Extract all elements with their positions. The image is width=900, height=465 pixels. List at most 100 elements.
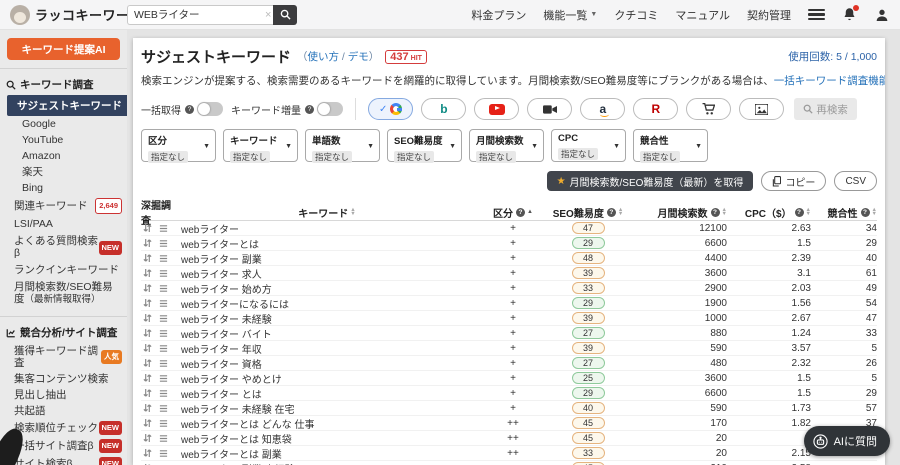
- engine-tab-youtube[interactable]: [474, 98, 520, 120]
- bulk-research-link[interactable]: 一括キーワード調査機能: [774, 75, 885, 87]
- sidebar-engine-item[interactable]: Google: [0, 116, 127, 132]
- keyword-cell[interactable]: webライターとは 知恵袋: [177, 431, 477, 446]
- col-competition[interactable]: 競合性? ▲ ▼: [811, 205, 877, 219]
- bulk-fetch-toggle[interactable]: [197, 102, 223, 116]
- dig-deeper-icon[interactable]: [143, 448, 152, 458]
- dig-deeper-icon[interactable]: [143, 388, 152, 398]
- dig-deeper-icon[interactable]: [143, 268, 152, 278]
- col-difficulty[interactable]: SEO難易度? ▲ ▼: [549, 205, 627, 219]
- sidebar-engine-item[interactable]: YouTube: [0, 132, 127, 148]
- sidebar-engine-item[interactable]: 楽天: [0, 164, 127, 180]
- keyword-cell[interactable]: webライター 副業: [177, 251, 477, 266]
- search-button[interactable]: [273, 4, 298, 25]
- sidebar-item[interactable]: 関連キーワード 2,649: [0, 196, 127, 216]
- row-menu-icon[interactable]: [159, 389, 168, 398]
- row-menu-icon[interactable]: [159, 419, 168, 428]
- keyword-cell[interactable]: webライターとは 副業: [177, 446, 477, 461]
- sidebar-item[interactable]: ランクインキーワード: [0, 262, 127, 279]
- engine-tab-google[interactable]: ✓: [368, 98, 414, 120]
- sidebar-engine-item[interactable]: Amazon: [0, 148, 127, 164]
- engine-tab-google-video[interactable]: [527, 98, 573, 120]
- dig-deeper-icon[interactable]: [143, 403, 152, 413]
- dig-deeper-icon[interactable]: [143, 328, 152, 338]
- row-menu-icon[interactable]: [159, 239, 168, 248]
- sidebar-engine-item[interactable]: Bing: [0, 180, 127, 196]
- row-menu-icon[interactable]: [159, 269, 168, 278]
- keyword-ai-button[interactable]: キーワード提案AI: [7, 38, 120, 60]
- dig-deeper-icon[interactable]: [143, 433, 152, 443]
- dig-deeper-icon[interactable]: [143, 283, 152, 293]
- row-menu-icon[interactable]: [159, 329, 168, 338]
- fetch-latest-button[interactable]: ★ 月間検索数/SEO難易度（最新）を取得: [546, 171, 754, 191]
- info-icon[interactable]: ?: [516, 207, 526, 217]
- keyword-cell[interactable]: webライターとは どんな 仕事: [177, 416, 477, 431]
- sidebar-item[interactable]: 月間検索数/SEO難易度（最新情報取得）: [0, 279, 127, 308]
- info-icon[interactable]: ?: [185, 104, 194, 114]
- sidebar-item[interactable]: 見出し抽出: [0, 387, 127, 403]
- keyword-cell[interactable]: webライターとは: [177, 236, 477, 251]
- re-search-button[interactable]: 再検索: [794, 98, 857, 120]
- row-menu-icon[interactable]: [159, 449, 168, 458]
- engine-tab-rakuten[interactable]: R: [633, 98, 679, 120]
- filter-dropdown[interactable]: CPC 指定なし ▼: [551, 129, 626, 162]
- dig-deeper-icon[interactable]: [143, 298, 152, 308]
- row-menu-icon[interactable]: [159, 254, 168, 263]
- engine-tab-google-image[interactable]: [739, 98, 785, 120]
- info-icon[interactable]: ?: [794, 207, 804, 217]
- row-menu-icon[interactable]: [159, 434, 168, 443]
- row-menu-icon[interactable]: [159, 284, 168, 293]
- row-menu-icon[interactable]: [159, 224, 168, 233]
- keyword-boost-toggle[interactable]: [317, 102, 343, 116]
- engine-tab-amazon[interactable]: a: [580, 98, 626, 120]
- col-kubun[interactable]: 区分? ▲: [477, 205, 549, 220]
- filter-dropdown[interactable]: 区分 指定なし ▼: [141, 129, 216, 163]
- dig-deeper-icon[interactable]: [143, 418, 152, 428]
- nav-pricing[interactable]: 料金プラン: [471, 7, 526, 23]
- menu-icon[interactable]: [808, 9, 825, 20]
- keyword-cell[interactable]: webライター 始め方: [177, 281, 477, 296]
- col-keyword[interactable]: キーワード ▲ ▼: [177, 205, 477, 219]
- sidebar-item[interactable]: 獲得キーワード調査 人気: [0, 343, 127, 371]
- sidebar-item-suggest-keyword[interactable]: サジェストキーワード: [7, 95, 127, 116]
- row-menu-icon[interactable]: [159, 344, 168, 353]
- keyword-cell[interactable]: webライター 年収: [177, 341, 477, 356]
- info-icon[interactable]: ?: [305, 104, 314, 114]
- keyword-cell[interactable]: webライター 未経験 在宅: [177, 401, 477, 416]
- keyword-cell[interactable]: webライター やめとけ: [177, 371, 477, 386]
- keyword-cell[interactable]: webライター 資格: [177, 356, 477, 371]
- dig-deeper-icon[interactable]: [143, 253, 152, 263]
- engine-tab-bing[interactable]: b: [421, 98, 467, 120]
- sidebar-item[interactable]: 集客コンテンツ検索: [0, 371, 127, 387]
- filter-dropdown[interactable]: 競合性 指定なし ▼: [633, 129, 708, 163]
- keyword-cell[interactable]: webライター バイト: [177, 326, 477, 341]
- info-icon[interactable]: ?: [606, 207, 616, 217]
- engine-tab-yahoo-shopping[interactable]: [686, 98, 732, 120]
- row-menu-icon[interactable]: [159, 404, 168, 413]
- keyword-cell[interactable]: webライター とは: [177, 386, 477, 401]
- row-menu-icon[interactable]: [159, 374, 168, 383]
- keyword-cell[interactable]: webライター 未経験: [177, 311, 477, 326]
- dig-deeper-icon[interactable]: [143, 373, 152, 383]
- dig-deeper-icon[interactable]: [143, 343, 152, 353]
- dig-deeper-icon[interactable]: [143, 358, 152, 368]
- dig-deeper-icon[interactable]: [143, 223, 152, 233]
- demo-link[interactable]: デモ: [348, 51, 369, 63]
- keyword-cell[interactable]: webライターになるには: [177, 296, 477, 311]
- keyword-cell[interactable]: webライター 副業 未経験: [177, 461, 477, 465]
- clear-search-icon[interactable]: ×: [265, 9, 271, 21]
- dig-deeper-icon[interactable]: [143, 238, 152, 248]
- sidebar-item[interactable]: サイト検索β NEW: [0, 455, 127, 465]
- user-icon[interactable]: [874, 7, 890, 23]
- notifications-bell[interactable]: [842, 5, 859, 22]
- filter-dropdown[interactable]: キーワード 指定なし ▼: [223, 129, 298, 163]
- keyword-cell[interactable]: webライター: [177, 221, 477, 236]
- col-cpc[interactable]: CPC（$）? ▲ ▼: [727, 205, 811, 219]
- search-input[interactable]: [127, 4, 279, 25]
- col-volume[interactable]: 月間検索数? ▲ ▼: [627, 205, 727, 219]
- nav-contract[interactable]: 契約管理: [747, 7, 791, 23]
- ask-ai-button[interactable]: AIに質問: [803, 426, 890, 456]
- csv-button[interactable]: CSV: [834, 171, 877, 191]
- info-icon[interactable]: ?: [710, 207, 720, 217]
- filter-dropdown[interactable]: SEO難易度 指定なし ▼: [387, 129, 462, 163]
- nav-reviews[interactable]: クチコミ: [614, 7, 658, 23]
